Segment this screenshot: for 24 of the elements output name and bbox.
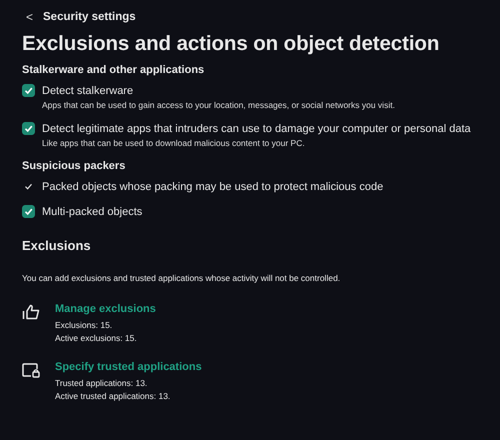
count-text: Trusted applications: 13. bbox=[55, 377, 148, 390]
count-text: Active exclusions: 15. bbox=[55, 332, 138, 345]
option-description: Apps that can be used to gain access to your location, messages, or social networks you visit. bbox=[42, 100, 396, 110]
checkbox[interactable] bbox=[22, 122, 35, 135]
back-button[interactable]: < bbox=[22, 10, 34, 24]
count-text: Exclusions: 15. bbox=[55, 319, 114, 332]
count-text: Active trusted applications: 13. bbox=[55, 390, 172, 403]
page-title: Exclusions and actions on object detection bbox=[22, 32, 440, 56]
section-heading: Stalkerware and other applications bbox=[22, 64, 206, 76]
section-heading: Suspicious packers bbox=[22, 160, 126, 172]
checkbox[interactable] bbox=[22, 205, 35, 218]
option-label: Detect legitimate apps that intruders can use to damage your computer or personal data bbox=[42, 122, 471, 134]
breadcrumb-title: Security settings bbox=[43, 11, 136, 23]
option-label: Packed objects whose packing may be used to protect malicious code bbox=[42, 180, 384, 192]
thumbs-up-icon bbox=[22, 304, 40, 320]
option-label: Multi-packed objects bbox=[42, 206, 142, 218]
checkbox[interactable] bbox=[22, 84, 35, 97]
action-link[interactable]: Manage exclusions bbox=[55, 303, 156, 315]
action-link[interactable]: Specify trusted applications bbox=[55, 361, 202, 373]
option-label: Detect stalkerware bbox=[42, 84, 134, 96]
section-heading: Exclusions bbox=[22, 238, 92, 253]
option-description: Like apps that can be used to download malicious content to your PC. bbox=[42, 138, 306, 148]
window-lock-icon bbox=[22, 362, 40, 378]
section-description: You can add exclusions and trusted applications whose activity will not be controlled. bbox=[22, 273, 342, 283]
